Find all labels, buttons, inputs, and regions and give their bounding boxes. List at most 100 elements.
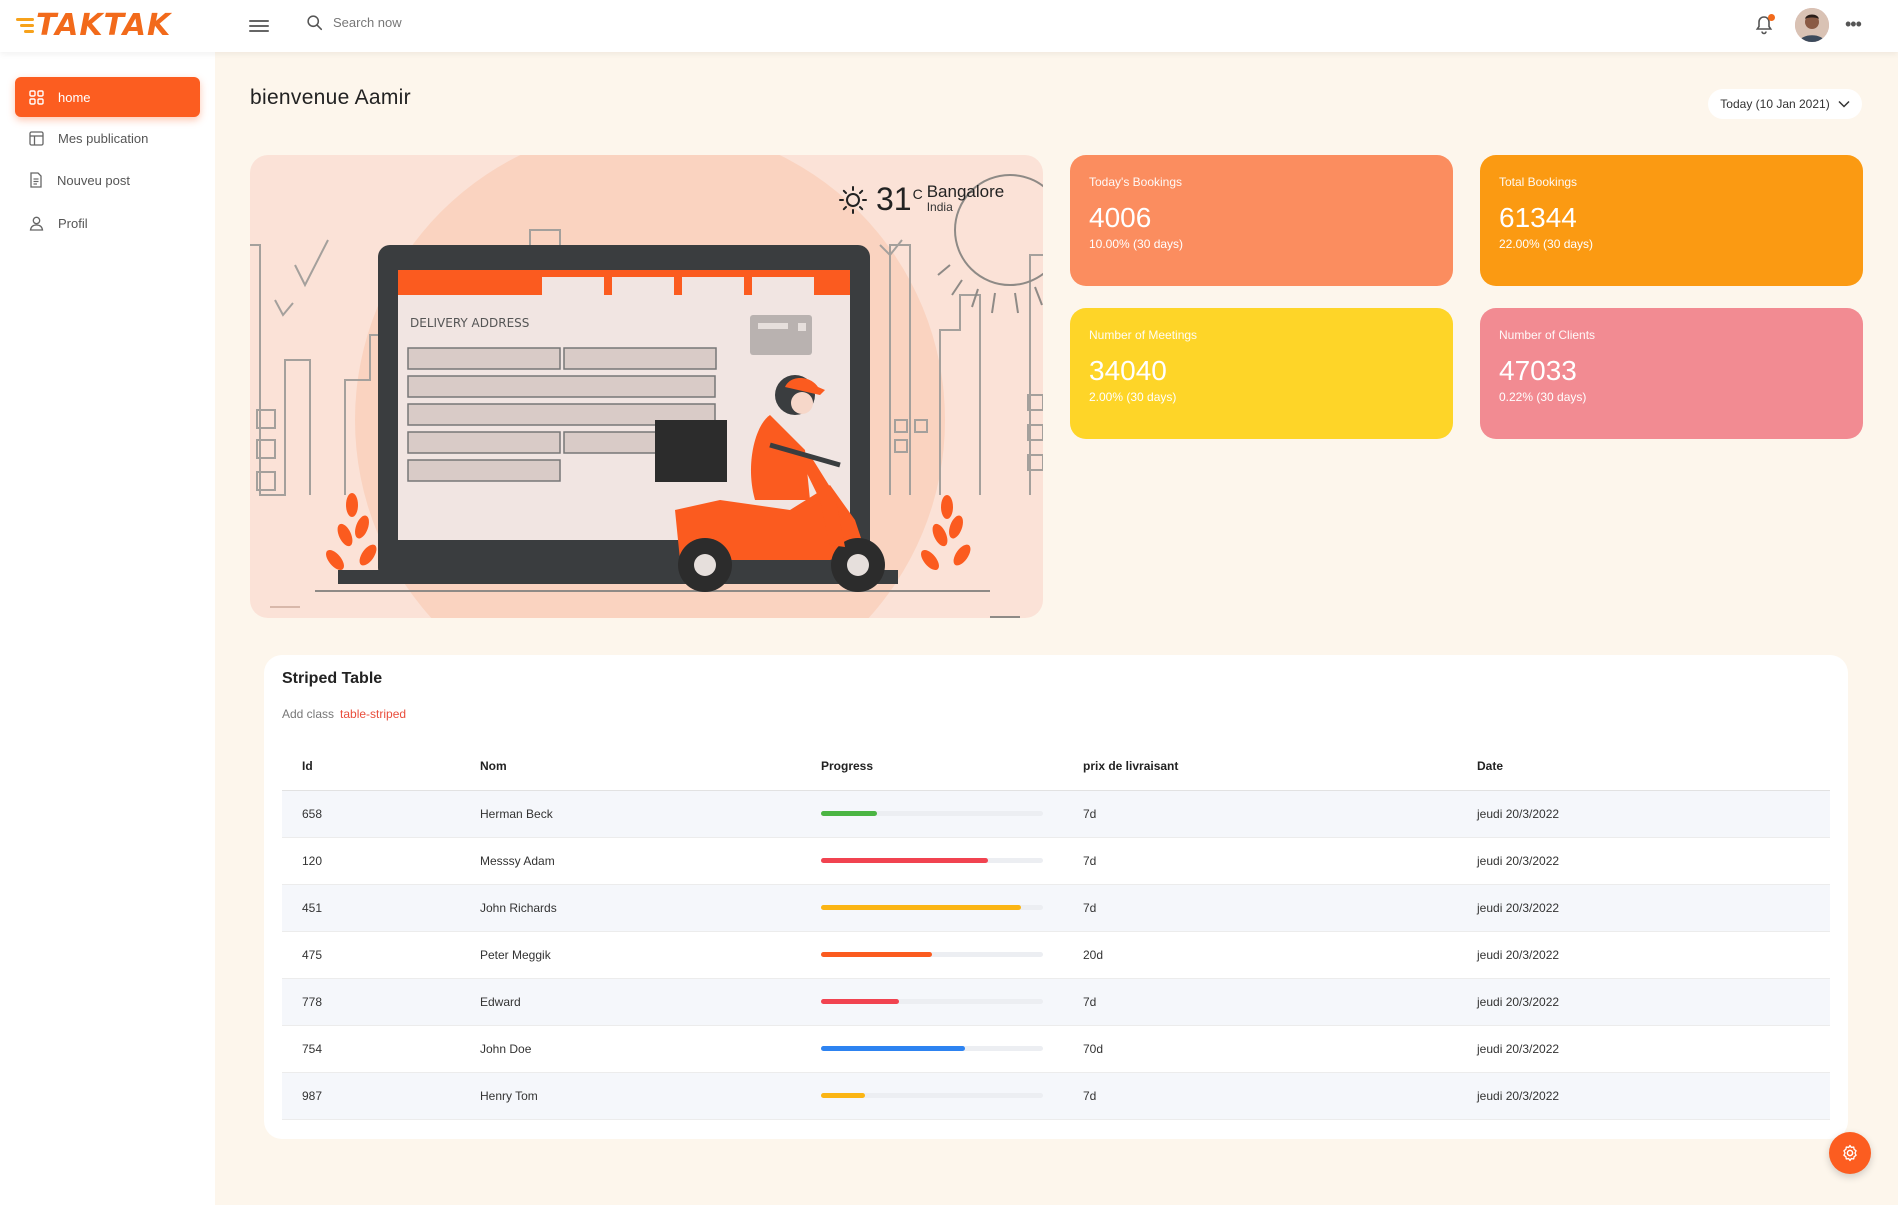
progress-bar-fill bbox=[821, 952, 932, 957]
column-header-progress[interactable]: Progress bbox=[801, 743, 1063, 791]
date-filter-dropdown[interactable]: Today (10 Jan 2021) bbox=[1708, 89, 1862, 119]
progress-bar bbox=[821, 999, 1043, 1004]
sidebar-item-profile[interactable]: Profil bbox=[15, 203, 200, 243]
chevron-down-icon bbox=[1838, 100, 1850, 108]
stat-label: Total Bookings bbox=[1499, 175, 1578, 189]
top-bar: TAKTAK ••• bbox=[0, 0, 1898, 52]
stat-change: 10.00% (30 days) bbox=[1089, 237, 1184, 251]
cell-nom: Herman Beck bbox=[460, 790, 801, 838]
cell-date: jeudi 20/3/2022 bbox=[1457, 1072, 1830, 1120]
weather-location: Bangalore India bbox=[926, 182, 1005, 214]
table-row[interactable]: 754 John Doe 70d jeudi 20/3/2022 bbox=[282, 1025, 1830, 1073]
search-input[interactable] bbox=[333, 15, 493, 30]
cell-nom: Messsy Adam bbox=[460, 837, 801, 885]
user-icon bbox=[29, 216, 44, 231]
stat-card-todays-bookings[interactable]: Today's Bookings 4006 10.00% (30 days) bbox=[1070, 155, 1453, 286]
card-title: Striped Table bbox=[282, 670, 383, 687]
cell-date: jeudi 20/3/2022 bbox=[1457, 790, 1830, 838]
weather-temperature: 31 bbox=[876, 181, 912, 217]
stat-card-clients[interactable]: Number of Clients 47033 0.22% (30 days) bbox=[1480, 308, 1863, 439]
cell-date: jeudi 20/3/2022 bbox=[1457, 978, 1830, 1026]
progress-bar-fill bbox=[821, 1093, 866, 1098]
sidebar-item-new-post[interactable]: Nouveu post bbox=[15, 160, 200, 200]
cell-prix: 20d bbox=[1063, 931, 1457, 979]
cell-prix: 7d bbox=[1063, 837, 1457, 885]
notification-dot bbox=[1768, 14, 1775, 21]
cell-date: jeudi 20/3/2022 bbox=[1457, 1025, 1830, 1073]
striped-table-card: Striped Table Add class table-striped Id … bbox=[264, 655, 1848, 1139]
table-row[interactable]: 120 Messsy Adam 7d jeudi 20/3/2022 bbox=[282, 837, 1830, 885]
stat-value: 61344 bbox=[1499, 202, 1577, 233]
card-subtitle-code: table-striped bbox=[340, 707, 407, 721]
cell-date: jeudi 20/3/2022 bbox=[1457, 931, 1830, 979]
cell-prix: 7d bbox=[1063, 790, 1457, 838]
sidebar-item-label: Nouveu post bbox=[57, 172, 130, 188]
weather-city: Bangalore bbox=[926, 182, 1005, 201]
progress-bar bbox=[821, 1046, 1043, 1051]
settings-button[interactable] bbox=[1829, 1132, 1871, 1174]
progress-bar bbox=[821, 905, 1043, 910]
avatar[interactable] bbox=[1795, 8, 1829, 42]
stat-card-meetings[interactable]: Number of Meetings 34040 2.00% (30 days) bbox=[1070, 308, 1453, 439]
stat-card-total-bookings[interactable]: Total Bookings 61344 22.00% (30 days) bbox=[1480, 155, 1863, 286]
weather-widget: 31 C Bangalore India bbox=[838, 180, 1004, 218]
cell-id: 658 bbox=[282, 790, 460, 838]
more-options-icon[interactable]: ••• bbox=[1845, 14, 1862, 35]
table-row[interactable]: 658 Herman Beck 7d jeudi 20/3/2022 bbox=[282, 790, 1830, 838]
delivery-illustration: DELIVERY ADDRESS bbox=[250, 155, 1043, 618]
cell-nom: Peter Meggik bbox=[460, 931, 801, 979]
weather-unit: C bbox=[912, 186, 923, 202]
cell-progress bbox=[801, 1072, 1063, 1120]
cell-id: 451 bbox=[282, 884, 460, 932]
sidebar-item-publications[interactable]: Mes publication bbox=[15, 118, 200, 158]
cell-progress bbox=[801, 931, 1063, 979]
form-title: DELIVERY ADDRESS bbox=[410, 316, 529, 330]
stat-change: 2.00% (30 days) bbox=[1089, 390, 1177, 404]
cell-nom: Edward bbox=[460, 978, 801, 1026]
cell-date: jeudi 20/3/2022 bbox=[1457, 884, 1830, 932]
column-header-prix[interactable]: prix de livraisant bbox=[1063, 743, 1457, 791]
layout-icon bbox=[29, 130, 44, 146]
table-header-row: Id Nom Progress prix de livraisant Date bbox=[282, 743, 1830, 791]
data-table: Id Nom Progress prix de livraisant Date … bbox=[282, 743, 1830, 1120]
sidebar-item-home[interactable]: home bbox=[15, 77, 200, 117]
cell-prix: 7d bbox=[1063, 884, 1457, 932]
stat-label: Number of Meetings bbox=[1089, 328, 1198, 342]
column-header-date[interactable]: Date bbox=[1457, 743, 1830, 791]
sidebar-item-label: home bbox=[58, 89, 91, 105]
page-title: bienvenue Aamir bbox=[250, 86, 411, 109]
logo-speed-lines-icon bbox=[16, 15, 34, 36]
stat-value: 4006 bbox=[1089, 202, 1152, 233]
weather-country: India bbox=[926, 200, 953, 214]
table-row[interactable]: 475 Peter Meggik 20d jeudi 20/3/2022 bbox=[282, 931, 1830, 979]
cell-id: 475 bbox=[282, 931, 460, 979]
table-row[interactable]: 778 Edward 7d jeudi 20/3/2022 bbox=[282, 978, 1830, 1026]
sidebar: home Mes publication Nouveu post Profil bbox=[0, 52, 215, 1205]
progress-bar-fill bbox=[821, 999, 899, 1004]
cell-id: 754 bbox=[282, 1025, 460, 1073]
progress-bar-fill bbox=[821, 1046, 966, 1051]
gear-icon bbox=[1843, 1144, 1857, 1162]
cell-progress bbox=[801, 884, 1063, 932]
sun-icon bbox=[839, 186, 867, 214]
cell-prix: 7d bbox=[1063, 1072, 1457, 1120]
search-icon[interactable] bbox=[306, 14, 323, 31]
hero-illustration: DELIVERY ADDRESS bbox=[250, 155, 1043, 618]
column-header-nom[interactable]: Nom bbox=[460, 743, 801, 791]
logo[interactable]: TAKTAK bbox=[16, 8, 171, 43]
cell-id: 987 bbox=[282, 1072, 460, 1120]
progress-bar bbox=[821, 811, 1043, 816]
table-row[interactable]: 451 John Richards 7d jeudi 20/3/2022 bbox=[282, 884, 1830, 932]
table-body: 658 Herman Beck 7d jeudi 20/3/2022 120 Messsy… bbox=[282, 790, 1830, 1120]
cell-id: 778 bbox=[282, 978, 460, 1026]
logo-text: TAKTAK bbox=[36, 8, 172, 43]
column-header-id[interactable]: Id bbox=[282, 743, 460, 791]
progress-bar bbox=[821, 952, 1043, 957]
cell-nom: John Richards bbox=[460, 884, 801, 932]
table-row[interactable]: 987 Henry Tom 7d jeudi 20/3/2022 bbox=[282, 1072, 1830, 1120]
notifications-button[interactable] bbox=[1755, 14, 1775, 40]
cell-nom: John Doe bbox=[460, 1025, 801, 1073]
sidebar-item-label: Mes publication bbox=[58, 130, 149, 146]
menu-toggle-button[interactable] bbox=[249, 17, 269, 35]
cell-id: 120 bbox=[282, 837, 460, 885]
